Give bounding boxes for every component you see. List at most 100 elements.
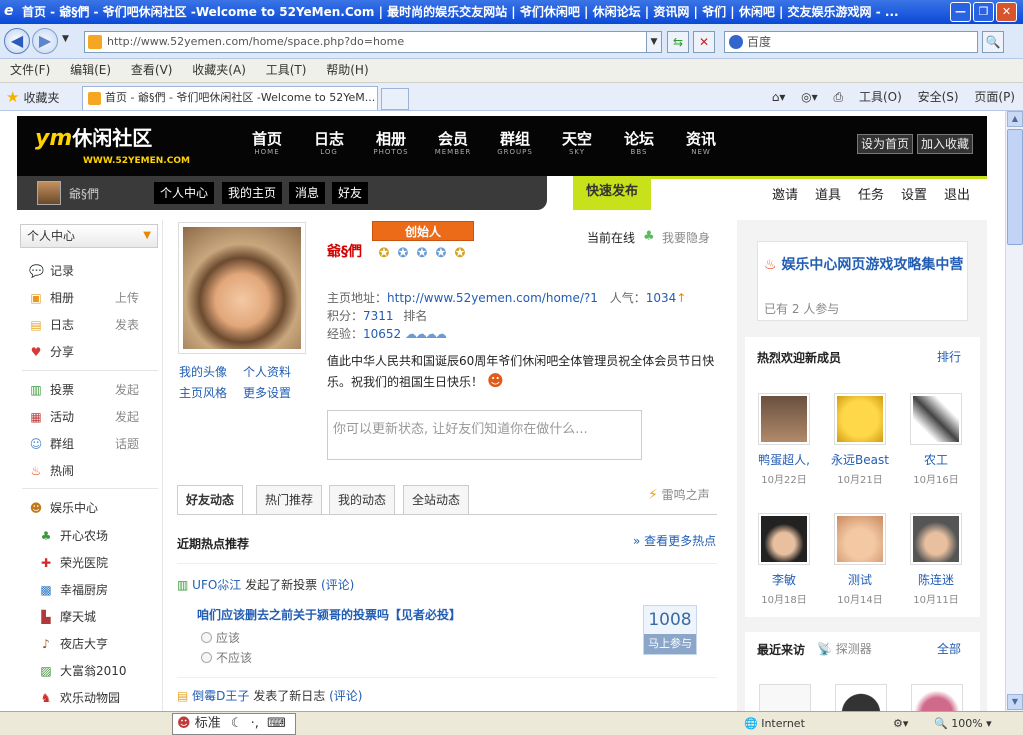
scroll-up-icon[interactable]: ▲ [1007, 111, 1023, 127]
start-event-link[interactable]: 发起 [115, 407, 139, 427]
sidebar-item-sky-city[interactable]: ▙ 摩天城 [29, 607, 159, 627]
my-avatar-link[interactable]: 我的头像 [179, 363, 227, 380]
profile-photo[interactable] [178, 222, 306, 354]
sidebar-item-records[interactable]: 💬 记录 [29, 261, 159, 281]
personal-center-button[interactable]: 个人中心 [154, 182, 215, 204]
sidebar-item-poll[interactable]: ▥ 投票 发起 [29, 380, 159, 400]
props-link[interactable]: 道具 [815, 184, 841, 203]
member-name[interactable]: 农工 [904, 451, 968, 468]
avatar[interactable] [37, 181, 61, 205]
quick-publish-button[interactable]: 快速发布 [573, 176, 651, 210]
logout-link[interactable]: 退出 [944, 184, 970, 203]
search-button[interactable]: 🔍 [982, 31, 1004, 53]
game-guide-title[interactable]: ♨ 娱乐中心网页游戏攻略集中营 [764, 256, 964, 274]
minimize-button[interactable]: — [950, 2, 971, 22]
messages-button[interactable]: 消息 [289, 182, 326, 204]
home-icon[interactable]: ⌂▾ [772, 90, 786, 104]
comment-link[interactable]: (评论) [329, 689, 362, 703]
browser-tab-active[interactable]: 首页 - 爺§們 - 爷们吧休闲社区 -Welcome to 52YeM... [82, 86, 378, 110]
sidebar-item-monopoly[interactable]: ▨ 大富翁2010 [29, 661, 159, 681]
avatar[interactable] [911, 684, 963, 714]
member-card[interactable]: 永远Beast 10月21日 [828, 393, 892, 486]
member-name[interactable]: 陈连迷 [904, 571, 968, 588]
favorites-button[interactable]: ★ 收藏夹 [6, 87, 59, 108]
sidebar-item-happy-farm[interactable]: ♣ 开心农场 [29, 526, 159, 546]
avatar[interactable] [835, 684, 887, 714]
invite-link[interactable]: 邀请 [772, 184, 798, 203]
sidebar-item-share[interactable]: ♥ 分享 [29, 342, 159, 362]
game-guide-card[interactable]: ♨ 娱乐中心网页游戏攻略集中营 已有 2 人参与 [757, 241, 968, 321]
member-name[interactable]: 永远Beast [828, 451, 892, 468]
ime-toolbar[interactable]: ☻ 标准 ☾ ·, ⌨ [172, 713, 296, 735]
member-card[interactable]: 鸭蛋超人, 10月22日 [752, 393, 816, 486]
tab-my-feed[interactable]: 我的动态 [329, 485, 396, 515]
menu-tools[interactable]: 工具(T) [266, 63, 307, 77]
member-card[interactable]: 李敏 10月18日 [752, 513, 816, 606]
avatar[interactable] [759, 684, 811, 714]
menu-view[interactable]: 查看(V) [131, 63, 173, 77]
forward-button[interactable]: ▶ [32, 28, 58, 54]
member-name[interactable]: 鸭蛋超人, [752, 451, 816, 468]
maximize-button[interactable]: ❐ [973, 2, 994, 22]
zoom-control[interactable]: 🔍 100% ▾ [934, 713, 992, 735]
thunder-link[interactable]: ⚡ 雷鸣之声 [648, 486, 710, 503]
avatar[interactable] [834, 393, 886, 445]
punctuation-icon[interactable]: ·, [251, 716, 259, 731]
page-menu[interactable]: 页面(P) [974, 90, 1015, 104]
menu-help[interactable]: 帮助(H) [326, 63, 368, 77]
more-hot-link[interactable]: » 查看更多热点 [633, 532, 716, 549]
tools-menu[interactable]: 工具(O) [859, 90, 902, 104]
publish-blog-link[interactable]: 发表 [115, 315, 139, 335]
rank-link[interactable]: 排行 [937, 348, 961, 365]
address-bar[interactable]: http://www.52yemen.com/home/space.php?do… [84, 31, 662, 53]
personal-center-header[interactable]: 个人中心 ▼ [20, 224, 158, 248]
protected-mode-icon[interactable]: ⚙▾ [893, 713, 908, 735]
tasks-link[interactable]: 任务 [858, 184, 884, 203]
avatar[interactable] [758, 513, 810, 565]
topic-link[interactable]: 话题 [115, 434, 139, 454]
address-dropdown-icon[interactable]: ▼ [646, 31, 662, 53]
member-name[interactable]: 李敏 [752, 571, 816, 588]
member-name[interactable]: 测试 [828, 571, 892, 588]
poll-option[interactable]: 应该 [201, 629, 240, 646]
avatar[interactable] [834, 513, 886, 565]
nav-log[interactable]: 日志 LOG [303, 130, 355, 156]
settings-link[interactable]: 设置 [901, 184, 927, 203]
entertainment-center-title[interactable]: ☻ 娱乐中心 [29, 498, 159, 518]
safety-menu[interactable]: 安全(S) [918, 90, 959, 104]
member-card[interactable]: 陈连迷 10月11日 [904, 513, 968, 606]
blog-user-link[interactable]: 倒霉D王子 [192, 689, 249, 703]
tab-hot-recommend[interactable]: 热门推荐 [256, 485, 323, 515]
homepage-style-link[interactable]: 主页风格 [179, 384, 227, 401]
sidebar-item-blog[interactable]: ▤ 日志 发表 [29, 315, 159, 335]
nav-groups[interactable]: 群组 GROUPS [489, 130, 541, 156]
site-logo[interactable]: ym休闲社区 WWW.52YEMEN.COM [35, 128, 190, 171]
vote-count-box[interactable]: 1008 马上参与 [643, 605, 697, 655]
refresh-button[interactable]: ⇆ [667, 31, 689, 53]
tab-friend-feed[interactable]: 好友动态 [177, 485, 244, 515]
user-name[interactable]: 爺§們 [69, 185, 99, 202]
nav-news[interactable]: 资讯 NEW [675, 130, 727, 156]
back-button[interactable]: ◀ [4, 28, 30, 54]
avatar[interactable] [758, 393, 810, 445]
close-button[interactable]: ✕ [996, 2, 1017, 22]
friends-button[interactable]: 好友 [332, 182, 369, 204]
feeds-icon[interactable]: ◎▾ [801, 90, 818, 104]
menu-edit[interactable]: 编辑(E) [70, 63, 111, 77]
start-poll-link[interactable]: 发起 [115, 380, 139, 400]
status-input[interactable]: 你可以更新状态, 让好友们知道你在做什么... [327, 410, 642, 460]
all-visitors-link[interactable]: 全部 [937, 640, 961, 657]
nav-photos[interactable]: 相册 PHOTOS [365, 130, 417, 156]
scroll-down-icon[interactable]: ▼ [1007, 694, 1023, 710]
tab-site-feed[interactable]: 全站动态 [403, 485, 470, 515]
print-icon[interactable]: ⎙ [834, 90, 844, 104]
sidebar-item-kitchen[interactable]: ▩ 幸福厨房 [29, 580, 159, 600]
nav-home[interactable]: 首页 HOME [241, 130, 293, 156]
new-tab-button[interactable] [381, 88, 409, 110]
homepage-url[interactable]: http://www.52yemen.com/home/?1 [387, 291, 598, 305]
sidebar-item-group[interactable]: ☺ 群组 话题 [29, 434, 159, 454]
poll-user-link[interactable]: UFO尛江 [192, 578, 241, 592]
stop-button[interactable]: ✕ [693, 31, 715, 53]
nav-sky[interactable]: 天空 SKY [551, 130, 603, 156]
ime-mode-label[interactable]: 标准 [195, 716, 221, 731]
